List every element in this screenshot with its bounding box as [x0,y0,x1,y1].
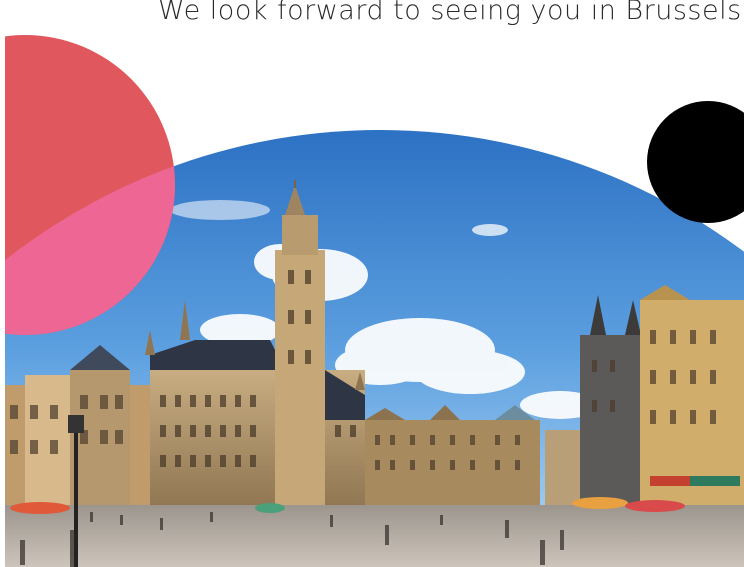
page: We look forward to seeing you in Brussel… [0,0,744,567]
center-guild-houses [365,405,540,510]
left-margin [0,0,5,567]
square-pavement [0,505,744,567]
decorative-graphic [0,0,744,567]
